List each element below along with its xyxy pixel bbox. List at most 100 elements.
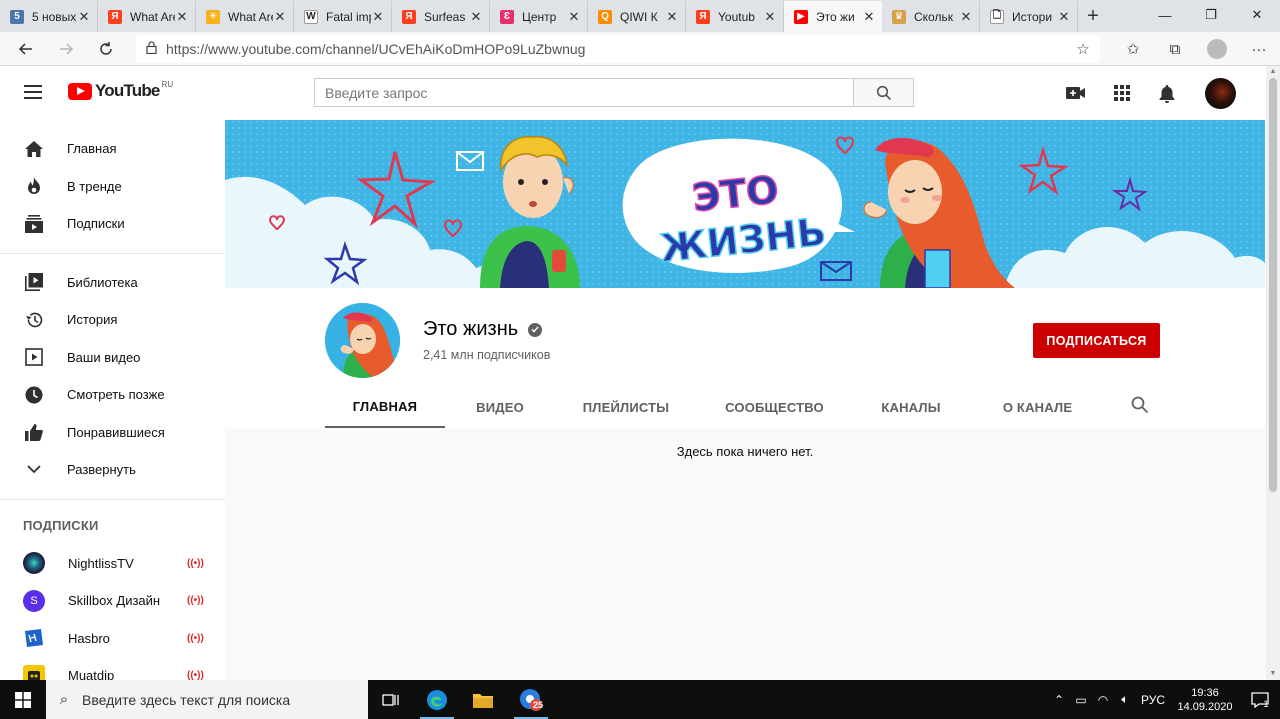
settings-more-icon[interactable]: ··· (1238, 32, 1280, 66)
sidebar-item-subscriptions[interactable]: Подписки (0, 205, 225, 243)
browser-profile-avatar[interactable] (1207, 39, 1227, 59)
edge-browser-icon[interactable] (414, 680, 460, 719)
sidebar-item-your-videos[interactable]: Ваши видео (0, 339, 225, 377)
tab-close-icon[interactable]: ✕ (371, 9, 385, 25)
channel-avatar: S (23, 589, 45, 612)
notifications-bell-icon[interactable] (1155, 81, 1179, 105)
sidebar-item-home[interactable]: Главная (0, 130, 225, 168)
tab-close-icon[interactable]: ✕ (1057, 9, 1071, 25)
menu-icon[interactable] (24, 85, 42, 99)
user-avatar[interactable] (1205, 78, 1236, 109)
system-clock[interactable]: 19:36 14.09.2020 (1170, 686, 1240, 714)
favorite-star-icon[interactable]: ☆ (1066, 40, 1100, 58)
lock-icon (136, 41, 166, 57)
minimize-icon[interactable]: — (1142, 0, 1188, 30)
tab-close-icon[interactable]: ✕ (273, 9, 287, 25)
browser-tab[interactable]: ☀ What Are ✕ (196, 1, 294, 32)
subscription-name: Hasbro (68, 630, 110, 646)
subscription-muatdip[interactable]: Muatdip ((•)) (0, 657, 225, 680)
scroll-up-arrow-icon[interactable]: ▲ (1266, 66, 1280, 78)
notification-center-icon[interactable]: 1 (1240, 680, 1280, 719)
sidebar-item-library[interactable]: Библиотека (0, 264, 225, 302)
page-scrollbar[interactable]: ▲ ▼ (1266, 66, 1280, 680)
tab-close-icon[interactable]: ✕ (862, 9, 876, 25)
taskbar-search[interactable]: ⌕ Введите здесь текст для поиска (46, 680, 368, 719)
sidebar-item-liked[interactable]: Понравившиеся (0, 414, 225, 452)
new-tab-button[interactable]: + (1078, 1, 1108, 32)
subscribe-button[interactable]: ПОДПИСАТЬСЯ (1033, 323, 1160, 358)
scroll-down-arrow-icon[interactable]: ▼ (1266, 668, 1280, 680)
tab-playlists[interactable]: ПЛЕЙЛИСТЫ (555, 386, 697, 428)
chevron-up-icon[interactable]: ⌃ (1048, 693, 1070, 707)
browser-tab[interactable]: Я Youtub ✕ (686, 1, 784, 32)
browser-tab[interactable]: Q QIWI К ✕ (588, 1, 686, 32)
sidebar-item-trending[interactable]: В тренде (0, 168, 225, 206)
sidebar-item-expand[interactable]: Развернуть (0, 451, 225, 489)
tab-close-icon[interactable]: ✕ (77, 9, 91, 25)
sidebar-item-watch-later[interactable]: Смотреть позже (0, 376, 225, 414)
banner-title-line1: ЭТО (690, 167, 780, 220)
tab-close-icon[interactable]: ✕ (763, 9, 777, 25)
restore-icon[interactable]: ❐ (1188, 0, 1234, 30)
channel-search-icon[interactable] (1131, 396, 1151, 416)
refresh-icon[interactable] (86, 32, 126, 66)
browser-tab[interactable]: Ɛ Центр ✕ (490, 1, 588, 32)
search-icon: ⌕ (59, 691, 69, 708)
tab-close-icon[interactable]: ✕ (567, 9, 581, 25)
scrollbar-thumb[interactable] (1269, 78, 1277, 492)
your-videos-icon (24, 347, 44, 367)
apps-grid-icon[interactable] (1110, 81, 1134, 105)
tab-close-icon[interactable]: ✕ (175, 9, 189, 25)
address-bar[interactable]: https://www.youtube.com/channel/UCvEhAiK… (136, 35, 1100, 63)
tab-about[interactable]: О КАНАЛЕ (970, 386, 1105, 428)
tab-title: What Are (228, 9, 273, 24)
favorites-icon[interactable]: ✩ (1112, 32, 1154, 66)
create-video-icon[interactable] (1064, 81, 1088, 105)
file-explorer-icon[interactable] (460, 680, 506, 719)
collections-icon[interactable]: ⧉ (1154, 32, 1196, 66)
subscription-nightlisstv[interactable]: NightlissTV ((•)) (0, 545, 225, 583)
browser-tab[interactable]: Я Surfeas ✕ (392, 1, 490, 32)
back-arrow-icon[interactable] (6, 32, 46, 66)
tab-home[interactable]: ГЛАВНАЯ (325, 386, 445, 428)
channel-name: Это жизнь (423, 318, 543, 341)
browser-tab[interactable]: ♛ Скольк ✕ (882, 1, 980, 32)
browser-tab[interactable]: W Fatal imp ✕ (294, 1, 392, 32)
tab-close-icon[interactable]: ✕ (469, 9, 483, 25)
tab-videos[interactable]: ВИДЕО (445, 386, 555, 428)
language-indicator[interactable]: РУС (1136, 693, 1170, 707)
browser-tab-active[interactable]: ▶ Это жи ✕ (784, 1, 882, 32)
verified-check-icon (528, 322, 543, 337)
task-view-icon[interactable] (368, 680, 414, 719)
sidebar-main-group: Главная В тренде Подписки (0, 120, 225, 243)
tab-close-icon[interactable]: ✕ (959, 9, 973, 25)
search-button[interactable] (853, 78, 914, 107)
youtube-logo[interactable]: YouTube RU (68, 80, 173, 101)
subscriptions-heading: ПОДПИСКИ (23, 517, 99, 533)
subscription-skillbox-design[interactable]: S Skillbox Дизайн ((•)) (0, 582, 225, 620)
channel-header: Это жизнь 2,41 млн подписчиков ПОДПИСАТЬ… (225, 288, 1265, 428)
yandex-browser-icon[interactable]: 25 (508, 680, 554, 719)
search-input[interactable]: Введите запрос (314, 78, 854, 107)
url-text[interactable]: https://www.youtube.com/channel/UCvEhAiK… (166, 41, 1066, 57)
volume-icon[interactable]: 🔈︎ (1114, 692, 1136, 707)
subscription-hasbro[interactable]: Hasbro ((•)) (0, 620, 225, 658)
sidebar-item-label: Развернуть (67, 462, 136, 478)
close-window-icon[interactable]: ✕ (1234, 0, 1280, 30)
empty-state-message: Здесь пока ничего нет. (676, 444, 814, 459)
tab-close-icon[interactable]: ✕ (665, 9, 679, 25)
browser-tab[interactable]: 🗋 Истори ✕ (980, 1, 1078, 32)
tab-community[interactable]: СООБЩЕСТВО (697, 386, 852, 428)
youtube-play-icon (68, 82, 92, 100)
tab-channels[interactable]: КАНАЛЫ (852, 386, 970, 428)
browser-tab[interactable]: 5 5 новых ✕ (0, 1, 98, 32)
wifi-icon[interactable]: ◠ (1092, 693, 1114, 707)
browser-tab[interactable]: Я What Are ✕ (98, 1, 196, 32)
sidebar-divider (0, 498, 225, 500)
battery-icon[interactable]: ▭ (1070, 693, 1092, 707)
channel-avatar (23, 552, 45, 575)
windows-start-icon[interactable] (0, 680, 46, 719)
sidebar-item-history[interactable]: История (0, 301, 225, 339)
watch-later-icon (24, 385, 44, 405)
forward-arrow-icon[interactable] (46, 32, 86, 66)
